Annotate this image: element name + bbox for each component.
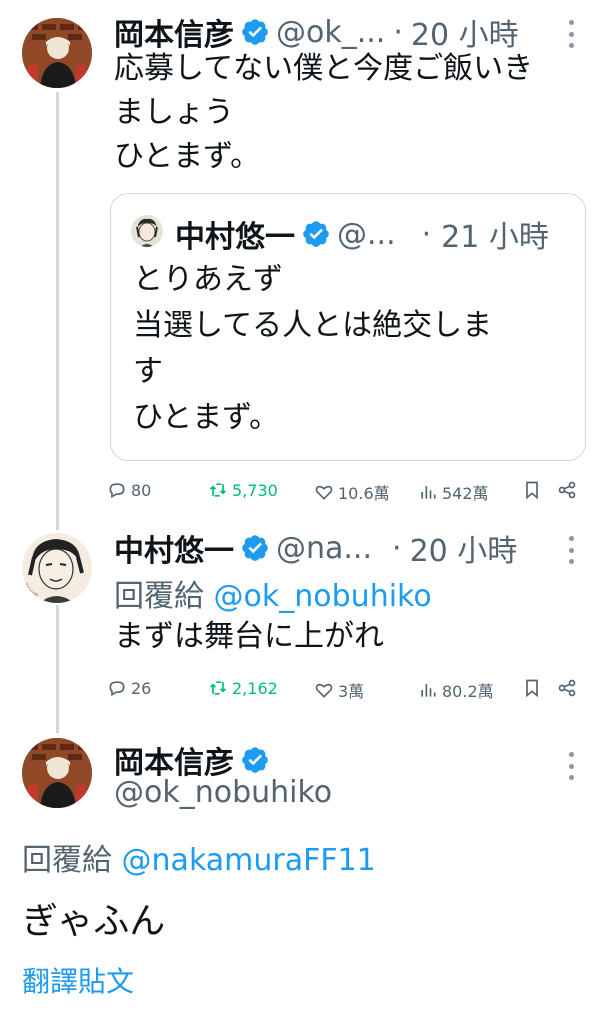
reply-prefix: 回覆給 bbox=[22, 843, 112, 878]
quote-header: 中村悠一 @... · 21 小時 bbox=[175, 212, 549, 256]
retweet-count: 5,730 bbox=[232, 480, 278, 500]
quote-tweet-card[interactable]: 中村悠一 @... · 21 小時 とりあえず 当選してる人とは絶交しま す ひ… bbox=[110, 193, 586, 461]
verified-badge-icon bbox=[301, 219, 331, 249]
views-button[interactable]: 542萬 bbox=[418, 480, 489, 504]
separator-dot: · bbox=[392, 530, 402, 566]
verified-badge-icon bbox=[240, 533, 270, 563]
quote-author-handle: @... bbox=[337, 216, 396, 252]
bookmark-icon[interactable] bbox=[522, 678, 546, 698]
more-icon[interactable] bbox=[567, 20, 575, 48]
reply-to-line: 回覆給 @ok_nobuhiko bbox=[114, 571, 432, 615]
author-handle[interactable]: @ok_... bbox=[276, 15, 385, 50]
reply-mention-link[interactable]: @ok_nobuhiko bbox=[214, 579, 432, 614]
reply-button[interactable]: 80 bbox=[107, 480, 151, 500]
reply-mention-link[interactable]: @nakamuraFF11 bbox=[122, 843, 376, 878]
more-icon[interactable] bbox=[567, 536, 575, 564]
author-handle[interactable]: @na... bbox=[276, 531, 372, 566]
share-icon[interactable] bbox=[557, 480, 581, 500]
retweet-button[interactable]: 5,730 bbox=[208, 480, 278, 500]
quote-timestamp: 21 小時 bbox=[441, 220, 549, 255]
tweet2-text: まずは舞台に上がれ bbox=[114, 619, 384, 654]
share-icon[interactable] bbox=[557, 678, 581, 698]
timestamp[interactable]: 20 小時 bbox=[410, 526, 518, 570]
retweet-count: 2,162 bbox=[232, 678, 278, 698]
thread-line-1 bbox=[56, 92, 59, 530]
reply-count: 26 bbox=[131, 678, 152, 698]
like-icon bbox=[315, 683, 333, 698]
like-count: 10.6萬 bbox=[338, 484, 390, 503]
quote-text: とりあえず 当選してる人とは絶交しま す ひとまず。 bbox=[133, 262, 493, 435]
quote-avatar-nakamura bbox=[131, 215, 163, 247]
thread-line-2 bbox=[56, 605, 59, 733]
bookmark-icon[interactable] bbox=[522, 480, 546, 500]
more-icon[interactable] bbox=[567, 752, 575, 780]
main-author-handle[interactable]: @ok_nobuhiko bbox=[114, 775, 332, 810]
like-button[interactable]: 3萬 bbox=[314, 678, 364, 702]
reply-prefix: 回覆給 bbox=[114, 579, 204, 614]
reply-button[interactable]: 26 bbox=[107, 678, 151, 698]
verified-badge-icon bbox=[240, 745, 270, 775]
like-icon bbox=[315, 485, 333, 500]
reply-count: 80 bbox=[131, 480, 152, 500]
retweet-button[interactable]: 2,162 bbox=[208, 678, 278, 698]
main-tweet-text: ぎゃふん bbox=[22, 901, 166, 942]
tweet1-text: 応募してない僕と今度ご飯いき ましょう ひとまず。 bbox=[114, 51, 534, 174]
retweet-icon bbox=[209, 681, 227, 695]
retweet-icon bbox=[209, 483, 227, 497]
separator-dot: · bbox=[393, 14, 403, 50]
reply-icon bbox=[109, 681, 125, 697]
views-button[interactable]: 80.2萬 bbox=[418, 678, 494, 702]
author-name[interactable]: 中村悠一 bbox=[114, 526, 234, 570]
views-icon bbox=[421, 486, 436, 499]
views-count: 80.2萬 bbox=[442, 682, 494, 701]
main-reply-to-line: 回覆給 @nakamuraFF11 bbox=[22, 835, 376, 879]
like-count: 3萬 bbox=[338, 682, 365, 701]
quote-author-name: 中村悠一 bbox=[175, 220, 295, 255]
verified-badge-icon bbox=[240, 17, 270, 47]
reply-icon bbox=[109, 483, 125, 499]
tweet2-header: 中村悠一 @na... · 20 小時 bbox=[114, 526, 517, 570]
avatar-okamoto-main[interactable] bbox=[22, 738, 92, 808]
views-count: 542萬 bbox=[442, 484, 489, 503]
avatar-nakamura[interactable] bbox=[22, 533, 92, 603]
views-icon bbox=[421, 684, 436, 697]
avatar-okamoto[interactable] bbox=[22, 18, 92, 88]
like-button[interactable]: 10.6萬 bbox=[314, 480, 390, 504]
separator-dot: · bbox=[421, 216, 432, 252]
translate-post-link[interactable]: 翻譯貼文 bbox=[22, 960, 134, 1000]
